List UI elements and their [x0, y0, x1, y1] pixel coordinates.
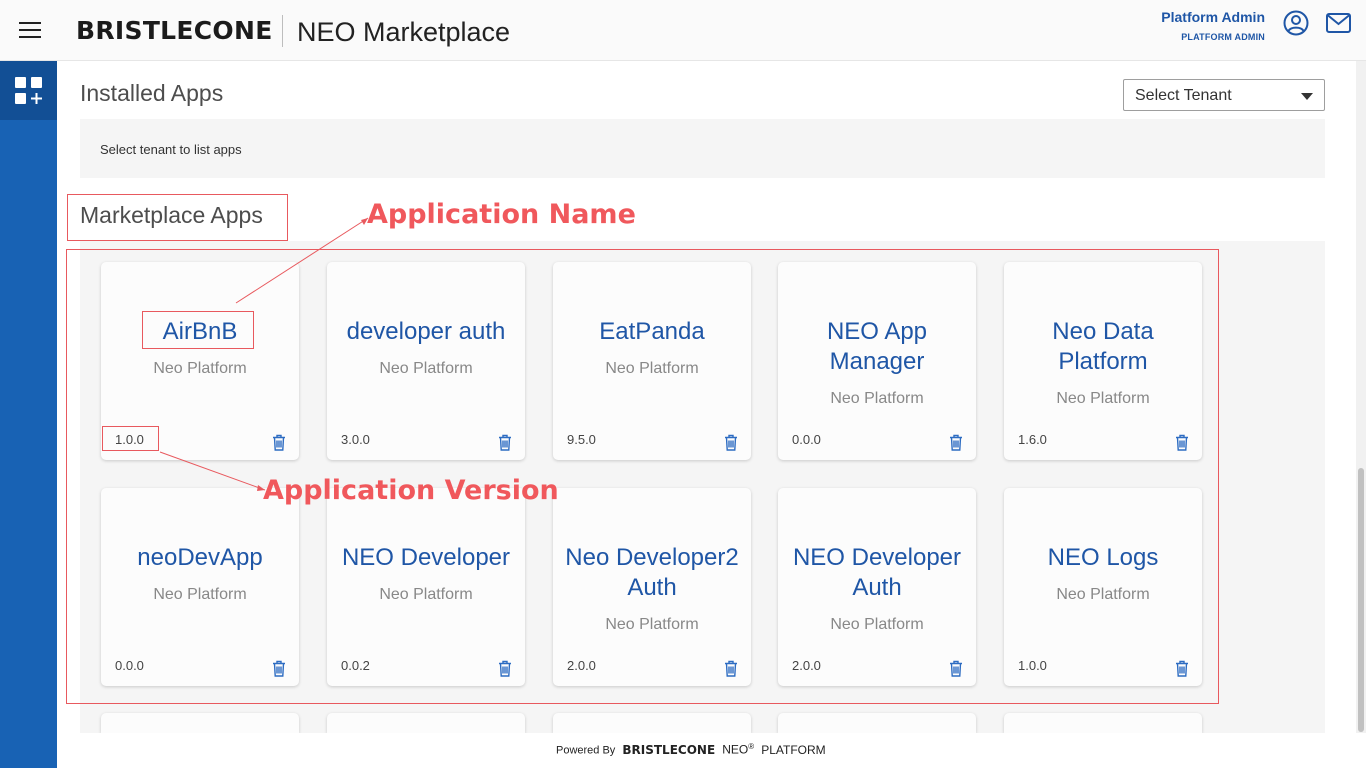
app-name: NEO App Manager — [826, 318, 928, 375]
trash-icon[interactable] — [724, 660, 738, 677]
tenant-select-label: Select Tenant — [1135, 87, 1232, 104]
footer-neo: NEO — [722, 742, 749, 757]
footer-text: Powered By BRISTLECONE NEO® PLATFORM — [556, 742, 826, 757]
registered-mark: ® — [748, 742, 755, 751]
app-name: NEO Developer Auth — [792, 544, 962, 601]
menu-icon[interactable] — [19, 22, 41, 38]
installed-apps-message-box: Select tenant to list apps — [80, 119, 1325, 178]
user-circle-icon[interactable] — [1283, 10, 1309, 36]
app-name: Neo Developer2 Auth — [565, 544, 739, 601]
app-name: neoDevApp — [137, 544, 263, 571]
footer-brand: BRISTLECONE — [622, 742, 716, 757]
app-version: 0.0.0 — [115, 658, 144, 673]
user-name: Platform Admin — [1161, 9, 1265, 25]
sidebar — [0, 61, 57, 768]
app-vendor: Neo Platform — [1056, 390, 1150, 407]
footer-platform: PLATFORM — [761, 742, 826, 757]
app-vendor: Neo Platform — [153, 586, 247, 603]
app-version: 9.5.0 — [567, 432, 596, 447]
trash-icon[interactable] — [1175, 434, 1189, 451]
app-version: 0.0.0 — [792, 432, 821, 447]
trash-icon[interactable] — [949, 660, 963, 677]
app-name: EatPanda — [599, 318, 705, 345]
trash-icon[interactable] — [498, 434, 512, 451]
app-version: 1.0.0 — [115, 432, 144, 447]
installed-apps-message: Select tenant to list apps — [100, 142, 242, 157]
app-vendor: Neo Platform — [379, 586, 473, 603]
footer: Powered By BRISTLECONE NEO® PLATFORM — [57, 733, 1356, 768]
app-version: 1.6.0 — [1018, 432, 1047, 447]
app-name: AirBnB — [162, 318, 238, 345]
trash-icon[interactable] — [949, 434, 963, 451]
app-name: NEO Logs — [1047, 544, 1159, 571]
app-card[interactable] — [1004, 713, 1202, 733]
app-vendor: Neo Platform — [1056, 586, 1150, 603]
app-card[interactable]: EatPanda Neo Platform 9.5.0 — [553, 262, 751, 460]
app-name: NEO Developer — [341, 544, 511, 571]
trash-icon[interactable] — [1175, 660, 1189, 677]
app-card[interactable]: Neo Data Platform Neo Platform 1.6.0 — [1004, 262, 1202, 460]
trash-icon[interactable] — [272, 660, 286, 677]
bristlecone-logo: BRISTLECONE — [76, 16, 273, 45]
app-version: 0.0.2 — [341, 658, 370, 673]
app-version: 3.0.0 — [341, 432, 370, 447]
app-title: NEO Marketplace — [297, 17, 511, 47]
app-vendor: Neo Platform — [605, 360, 699, 377]
app-card[interactable] — [778, 713, 976, 733]
installed-apps-title: Installed Apps — [80, 80, 224, 106]
app-card[interactable]: neoDevApp Neo Platform 0.0.0 — [101, 488, 299, 686]
app-name: developer auth — [346, 318, 506, 345]
app-card[interactable]: NEO Logs Neo Platform 1.0.0 — [1004, 488, 1202, 686]
app-card[interactable] — [327, 713, 525, 733]
app-name: Neo Data Platform — [1052, 318, 1154, 375]
app-vendor: Neo Platform — [605, 616, 699, 633]
app-vendor: Neo Platform — [830, 616, 924, 633]
apps-add-icon — [15, 77, 42, 104]
trash-icon[interactable] — [498, 660, 512, 677]
app-vendor: Neo Platform — [153, 360, 247, 377]
app-card[interactable] — [101, 713, 299, 733]
app-version: 2.0.0 — [567, 658, 596, 673]
app-vendor: Neo Platform — [830, 390, 924, 407]
caret-down-icon — [1301, 93, 1313, 100]
top-header: BRISTLECONE NEO Marketplace Platform Adm… — [0, 0, 1366, 61]
app-version: 2.0.0 — [792, 658, 821, 673]
tenant-select[interactable]: Select Tenant — [1123, 79, 1325, 111]
annotation-application-version: Application Version — [263, 475, 559, 506]
mail-icon[interactable] — [1326, 13, 1351, 33]
user-role: PLATFORM ADMIN — [1181, 32, 1265, 42]
app-card[interactable]: developer auth Neo Platform 3.0.0 — [327, 262, 525, 460]
app-vendor: Neo Platform — [379, 360, 473, 377]
annotation-application-name: Application Name — [367, 199, 636, 230]
app-version: 1.0.0 — [1018, 658, 1047, 673]
app-card[interactable]: NEO Developer Neo Platform 0.0.2 — [327, 488, 525, 686]
marketplace-apps-title: Marketplace Apps — [80, 202, 263, 228]
app-card[interactable]: AirBnB Neo Platform 1.0.0 — [101, 262, 299, 460]
app-card[interactable]: NEO Developer Auth Neo Platform 2.0.0 — [778, 488, 976, 686]
scrollbar-thumb[interactable] — [1358, 468, 1364, 732]
app-card[interactable]: Neo Developer2 Auth Neo Platform 2.0.0 — [553, 488, 751, 686]
sidebar-item-apps[interactable] — [0, 61, 57, 120]
app-card[interactable] — [553, 713, 751, 733]
powered-by-label: Powered By — [556, 744, 616, 757]
trash-icon[interactable] — [272, 434, 286, 451]
header-divider — [282, 15, 283, 47]
trash-icon[interactable] — [724, 434, 738, 451]
app-card[interactable]: NEO App Manager Neo Platform 0.0.0 — [778, 262, 976, 460]
